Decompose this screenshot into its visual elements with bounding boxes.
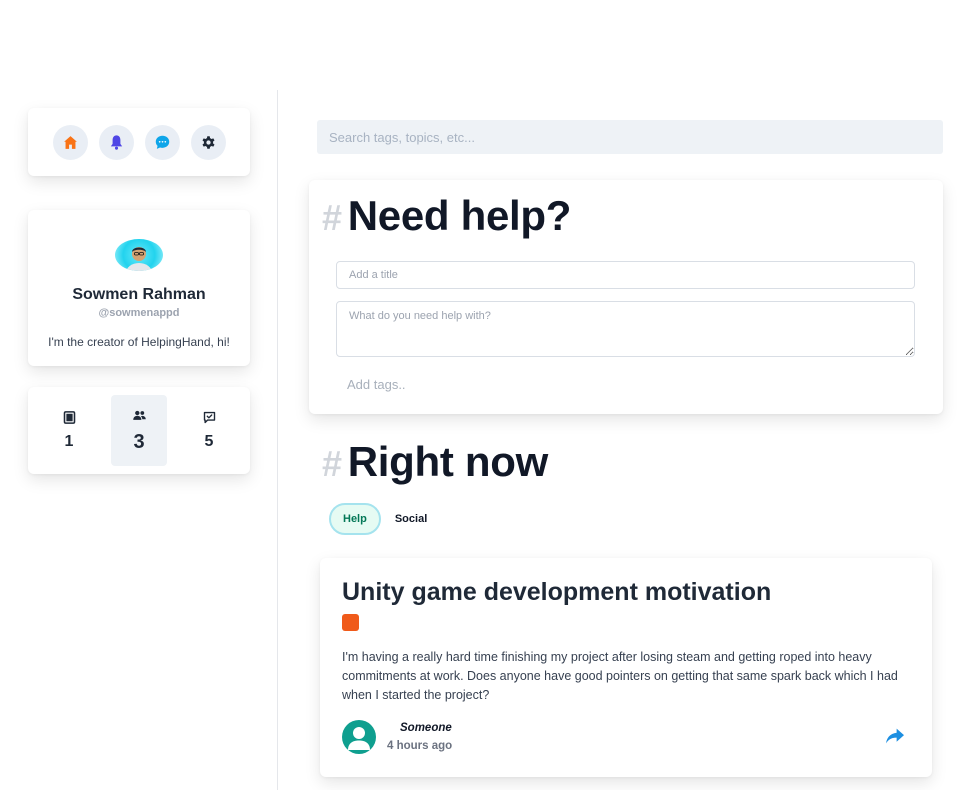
tags-input[interactable] [347, 374, 647, 394]
title-input[interactable] [336, 261, 915, 289]
post-timestamp: 4 hours ago [387, 740, 453, 752]
right-now-heading: # Right now [322, 438, 548, 486]
notifications-button[interactable] [98, 124, 134, 160]
home-button[interactable] [52, 124, 88, 160]
profile-name: Sowmen Rahman [72, 286, 206, 303]
bell-icon [110, 134, 122, 150]
stat-value: 3 [133, 430, 145, 453]
profile-card: Sowmen Rahman @sowmenappd I'm the creato… [28, 210, 250, 366]
stat-posts[interactable]: 1 [41, 395, 97, 466]
post-body: I'm having a really hard time finishing … [342, 650, 898, 702]
avatar[interactable] [115, 239, 163, 271]
tab-help[interactable]: Help [329, 503, 381, 535]
gear-icon [201, 135, 215, 149]
stat-value: 1 [64, 433, 74, 450]
settings-button[interactable] [190, 124, 226, 160]
search-input[interactable] [317, 120, 943, 154]
column-divider [277, 90, 278, 790]
tab-social[interactable]: Social [395, 513, 427, 525]
message-check-icon [203, 411, 215, 424]
user-icon [348, 727, 370, 750]
feed-tabs: Help Social [329, 503, 427, 535]
author-avatar[interactable] [342, 720, 376, 754]
share-button[interactable] [884, 725, 906, 747]
stat-value: 5 [204, 433, 214, 450]
share-icon [886, 728, 904, 744]
home-icon [63, 135, 77, 149]
description-textarea[interactable] [336, 301, 915, 357]
page: Sowmen Rahman @sowmenappd I'm the creato… [0, 0, 960, 790]
stat-people[interactable]: 3 [111, 395, 167, 466]
post-card[interactable]: Unity game development motivation I'm ha… [320, 558, 932, 777]
hash-symbol: # [322, 443, 342, 484]
users-icon [132, 410, 146, 420]
heading-text: Need help? [347, 192, 572, 239]
profile-bio: I'm the creator of HelpingHand, hi! [48, 335, 230, 349]
post-title[interactable]: Unity game development motivation [342, 578, 771, 607]
profile-handle: @sowmenappd [98, 307, 180, 319]
author-name[interactable]: Someone [400, 722, 452, 734]
heading-text: Right now [347, 438, 549, 485]
messages-button[interactable] [144, 124, 180, 160]
nav-card [28, 108, 250, 176]
stats-card: 1 3 5 [28, 387, 250, 474]
chat-icon [155, 135, 169, 149]
profile-photo [126, 247, 152, 271]
need-help-heading: # Need help? [322, 192, 571, 240]
need-help-card: # Need help? [309, 180, 943, 414]
post-tag-badge[interactable] [342, 614, 359, 631]
hash-symbol: # [322, 197, 342, 238]
square-icon [63, 411, 75, 424]
stat-replies[interactable]: 5 [181, 395, 237, 466]
